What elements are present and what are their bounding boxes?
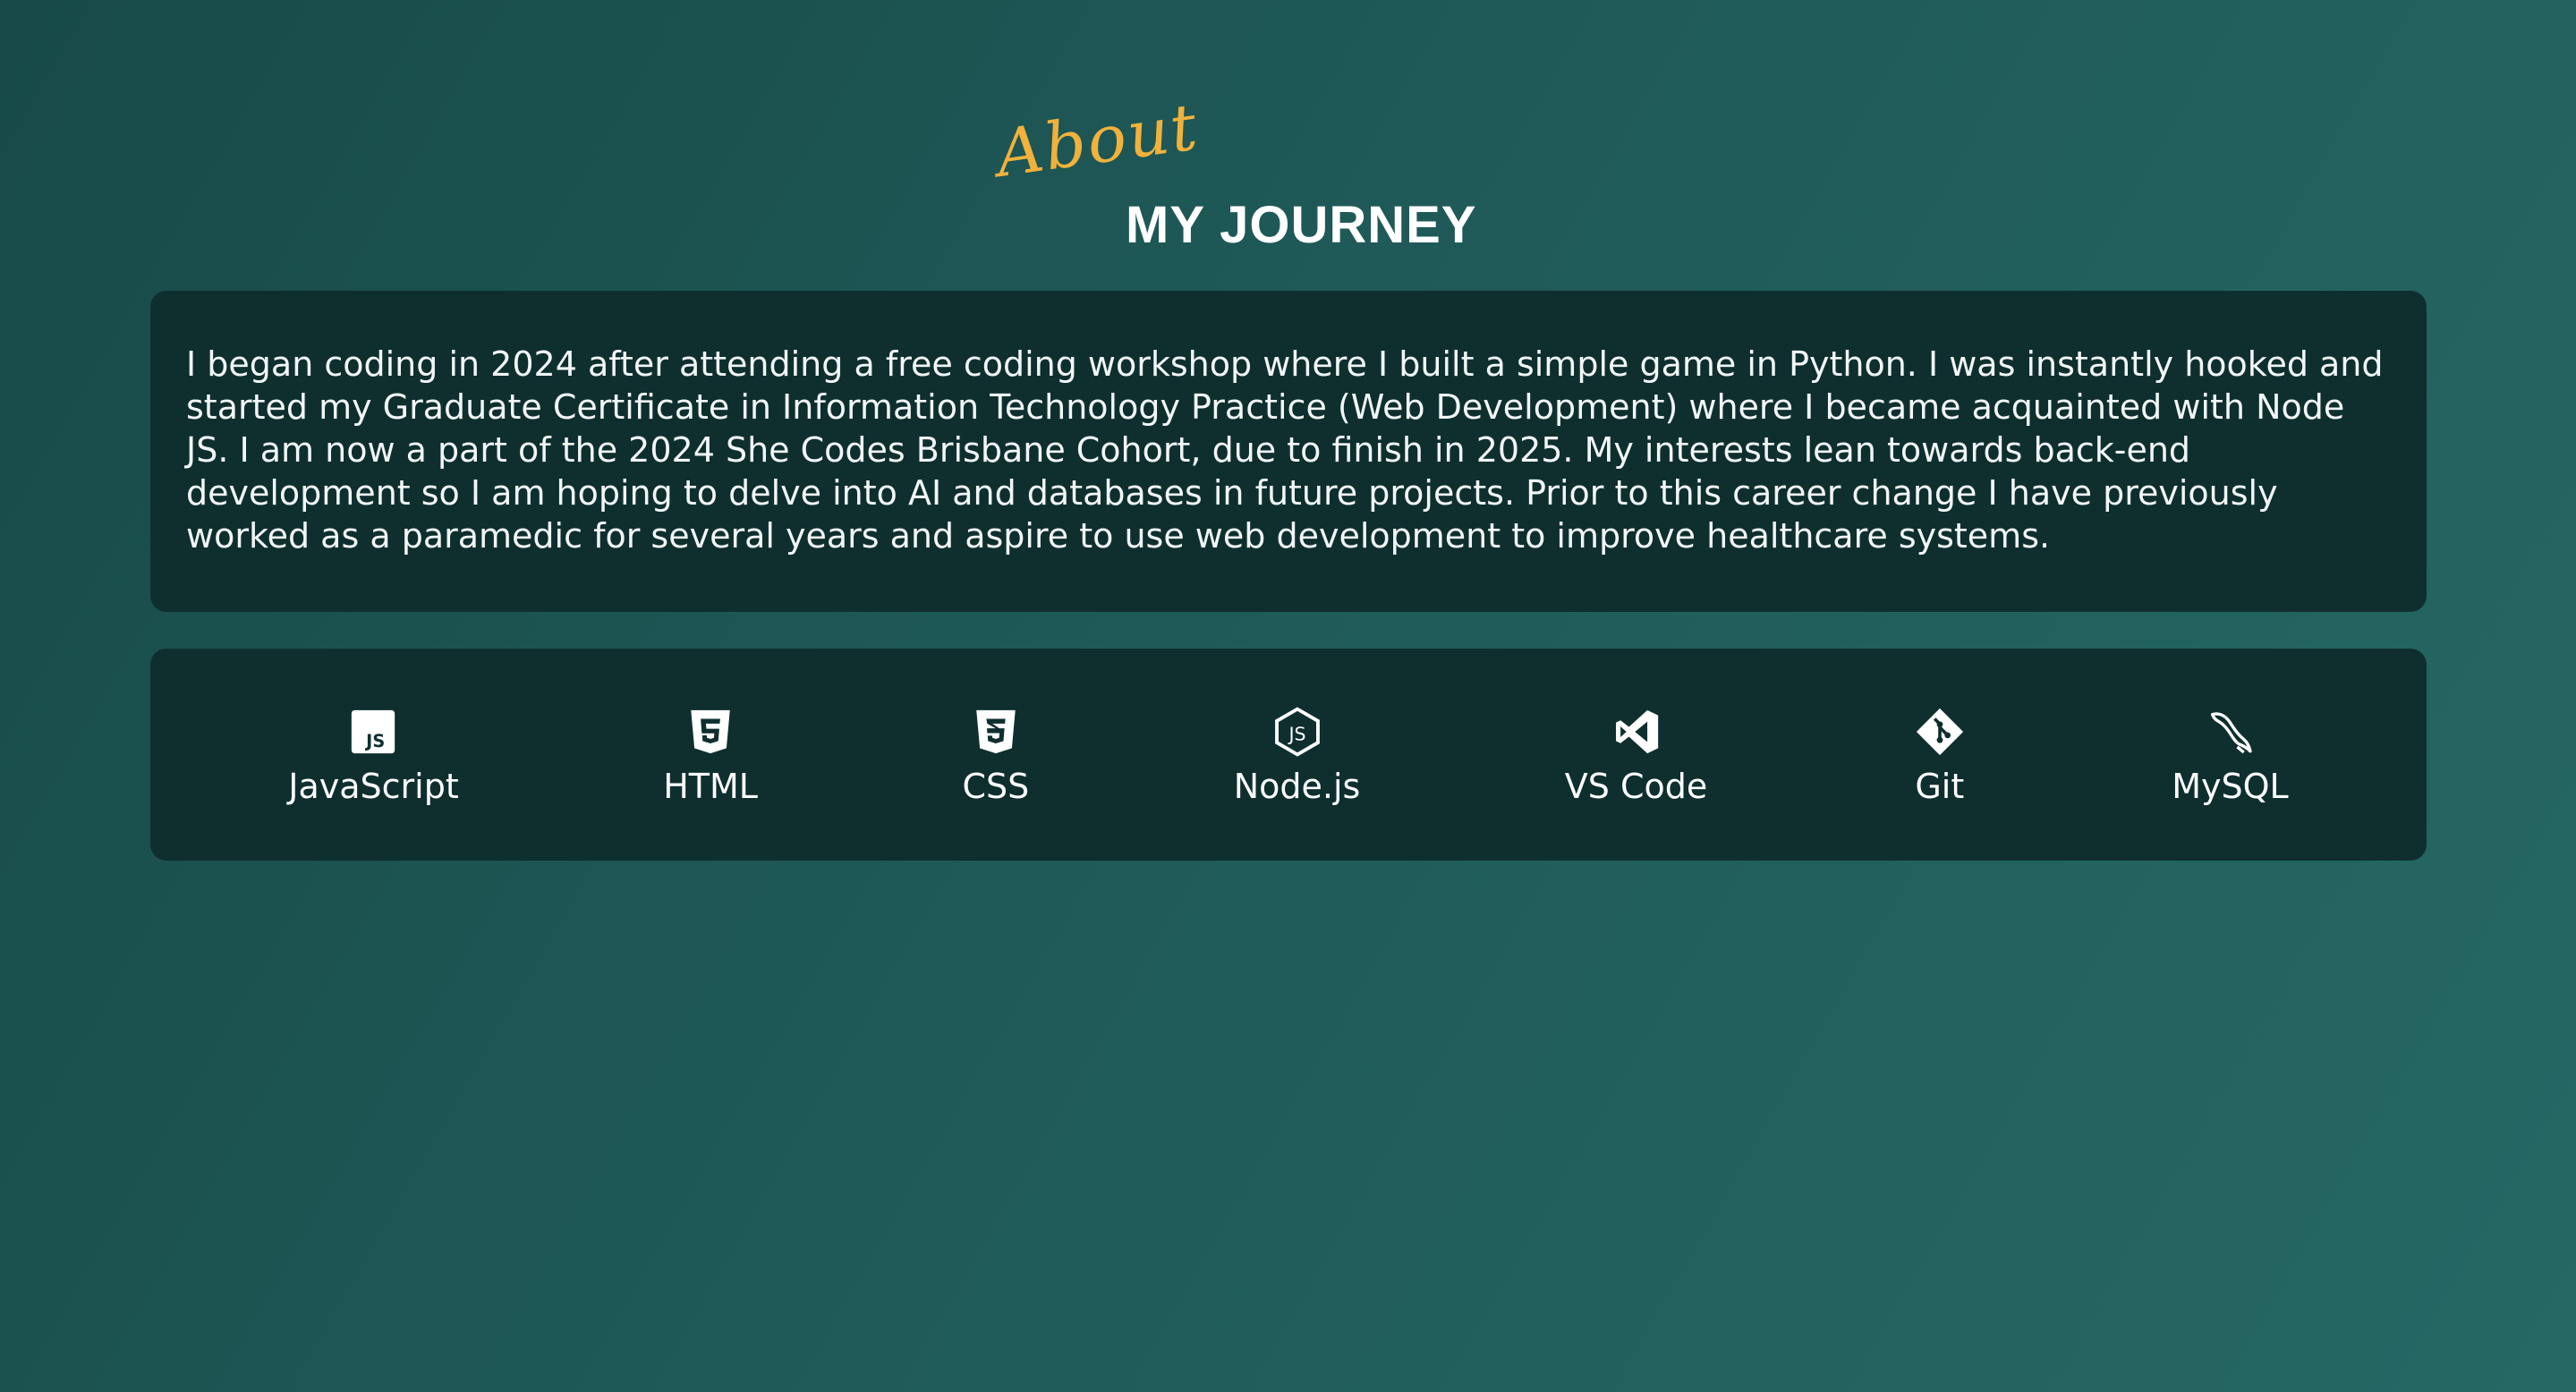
skills-card: JS JavaScript HTML CSS JS Node.js VS Cod… (150, 649, 2427, 861)
svg-text:JS: JS (1287, 723, 1305, 744)
skill-label: JavaScript (288, 766, 459, 806)
git-icon (1912, 704, 1968, 760)
mysql-icon (2202, 704, 2257, 760)
page-title: MY JOURNEY (1126, 196, 1477, 254)
skill-vscode: VS Code (1565, 704, 1707, 806)
about-paragraph: I began coding in 2024 after attending a… (186, 344, 2384, 556)
css3-icon (968, 704, 1024, 760)
about-page: About MY JOURNEY I began coding in 2024 … (0, 0, 2576, 1392)
svg-text:JS: JS (365, 730, 386, 751)
skill-html: HTML (663, 704, 758, 806)
javascript-icon: JS (345, 704, 401, 760)
html5-icon (683, 704, 738, 760)
skill-label: Node.js (1233, 766, 1361, 806)
skill-label: HTML (663, 766, 758, 806)
nodejs-icon: JS (1270, 704, 1325, 760)
about-script-label: About (991, 89, 1203, 191)
skill-nodejs: JS Node.js (1233, 704, 1361, 806)
skill-git: Git (1912, 704, 1968, 806)
skill-label: Git (1915, 766, 1965, 806)
skill-mysql: MySQL (2172, 704, 2289, 806)
skill-label: CSS (962, 766, 1030, 806)
about-card: I began coding in 2024 after attending a… (150, 291, 2427, 612)
vscode-icon (1609, 704, 1664, 760)
skill-javascript: JS JavaScript (288, 704, 459, 806)
skill-label: MySQL (2172, 766, 2289, 806)
section-heading: About MY JOURNEY (0, 89, 2576, 268)
skill-label: VS Code (1564, 766, 1708, 806)
skill-css: CSS (962, 704, 1029, 806)
